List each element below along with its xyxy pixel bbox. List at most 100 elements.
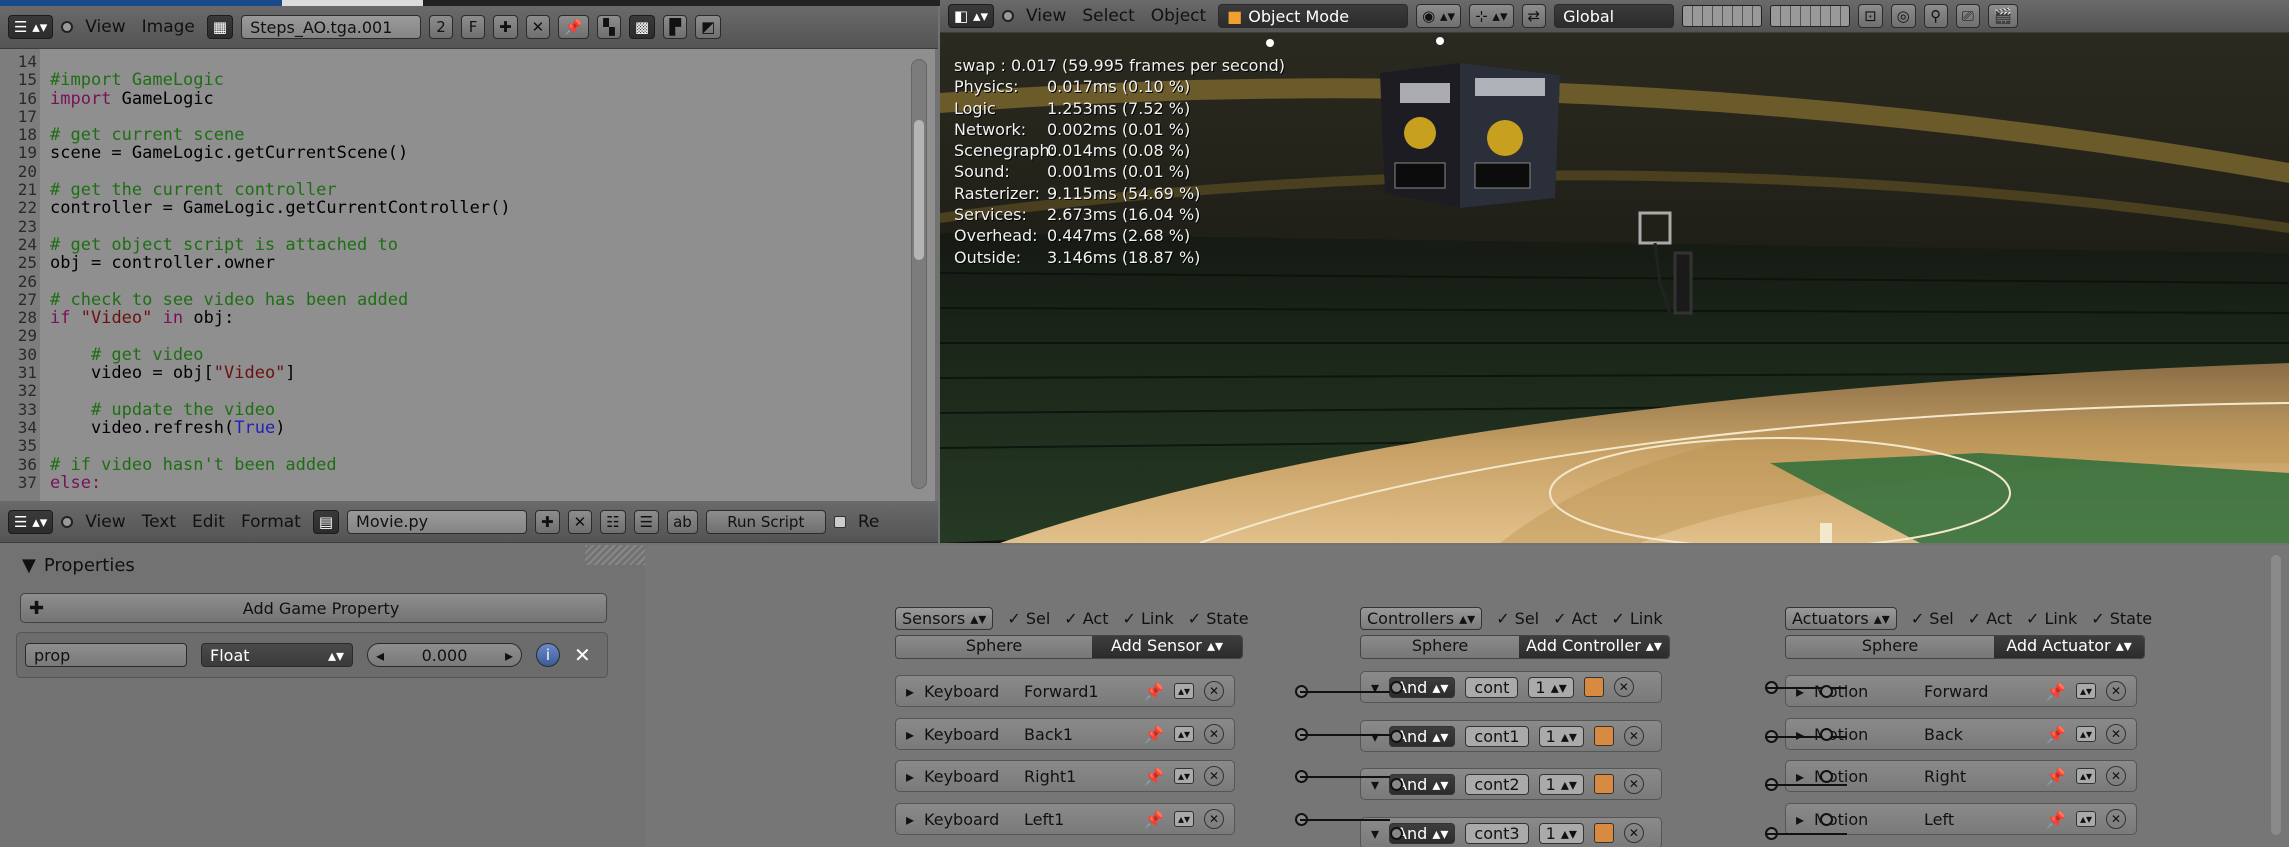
decrement-arrow-icon[interactable]: ◂: [376, 646, 384, 665]
controllers-object-name[interactable]: Sphere: [1361, 636, 1519, 658]
layers-grid-icon-2[interactable]: [1770, 5, 1851, 27]
render-icon[interactable]: ⎚: [1955, 4, 1980, 28]
sensors-add-button[interactable]: Add Sensor ▴▾: [1092, 636, 1242, 658]
expand-arrow-icon[interactable]: ▾: [1371, 727, 1379, 746]
sensor-brick[interactable]: ▸ Keyboard Back1 📌 ▴▾ ✕: [895, 718, 1235, 750]
actuator-name[interactable]: Right: [1924, 767, 2036, 786]
remove-brick-icon[interactable]: ✕: [1613, 677, 1634, 697]
socket-in[interactable]: [1820, 770, 1833, 783]
collapse-menu-icon[interactable]: [61, 21, 74, 33]
expand-arrow-icon[interactable]: ▸: [1796, 767, 1804, 786]
controllers-filter-dropdown[interactable]: Controllers ▴▾: [1360, 607, 1483, 630]
menu-object[interactable]: Object: [1147, 6, 1210, 26]
sensors-object-name[interactable]: Sphere: [896, 636, 1092, 658]
actuators-act-toggle[interactable]: ✓ Act: [1968, 609, 2012, 628]
move-up-down-icon[interactable]: ▴▾: [2075, 683, 2096, 699]
move-up-down-icon[interactable]: ▴▾: [1173, 811, 1194, 827]
text-browse-icon[interactable]: ▤: [312, 509, 340, 534]
preference-icon[interactable]: [1583, 677, 1604, 697]
mode-dropdown[interactable]: ■ Object Mode: [1218, 4, 1409, 28]
remove-brick-icon[interactable]: ✕: [1623, 774, 1644, 794]
pin-icon[interactable]: 📌: [1144, 682, 1164, 701]
code-line[interactable]: [50, 327, 511, 345]
actuator-name[interactable]: Forward: [1924, 682, 2036, 701]
pivot-point-dropdown[interactable]: ⊹ ▴▾: [1469, 4, 1514, 28]
remove-brick-icon[interactable]: ✕: [1204, 766, 1224, 786]
sensors-state-toggle[interactable]: ✓ State: [1188, 609, 1249, 628]
controller-state-field[interactable]: 1 ▴▾: [1538, 822, 1584, 844]
socket-in[interactable]: [1820, 728, 1833, 741]
controller-name-field[interactable]: cont: [1465, 676, 1519, 698]
code-line[interactable]: # check to see video has been added: [50, 291, 511, 309]
menu-edit[interactable]: Edit: [188, 512, 229, 532]
remove-brick-icon[interactable]: ✕: [1204, 809, 1224, 829]
word-wrap-toggle-icon[interactable]: ☰: [633, 509, 660, 534]
code-line[interactable]: controller = GameLogic.getCurrentControl…: [50, 199, 511, 218]
render-slot-icon[interactable]: ▚: [596, 15, 621, 39]
expand-arrow-icon[interactable]: ▸: [906, 682, 914, 701]
controller-brick[interactable]: ▾ And ▴▾ cont 1 ▴▾ ✕: [1360, 671, 1662, 703]
image-name-field[interactable]: Steps_AO.tga.001: [241, 15, 422, 39]
editor-type-button-3d[interactable]: ◧ ▴▾: [948, 4, 994, 28]
remove-brick-icon[interactable]: ✕: [1204, 724, 1224, 744]
text-editor[interactable]: 14 15 16 17 18 19 20 21 22 23 24 25 26 27 28 29 30 31 32 33…: [0, 49, 935, 501]
snap-icon[interactable]: ⊡: [1858, 4, 1883, 28]
actuators-object-name[interactable]: Sphere: [1786, 636, 1994, 658]
unlink-text-icon[interactable]: ✕: [567, 509, 593, 534]
code-line[interactable]: [50, 108, 511, 126]
game-viewport[interactable]: swap : 0.017 (59.995 frames per second) P…: [940, 33, 2289, 543]
menu-view-3d[interactable]: View: [1022, 6, 1070, 26]
sensor-name[interactable]: Forward1: [1024, 682, 1134, 701]
actuators-add-button[interactable]: Add Actuator ▴▾: [1994, 636, 2144, 658]
code-line[interactable]: if "Video" in obj:: [50, 309, 511, 328]
move-up-down-icon[interactable]: ▴▾: [1173, 683, 1194, 699]
menu-image[interactable]: Image: [138, 17, 199, 37]
add-game-property-button[interactable]: ✚ Add Game Property: [20, 593, 607, 623]
expand-arrow-icon[interactable]: ▸: [906, 767, 914, 786]
code-line[interactable]: [50, 163, 511, 181]
preference-icon[interactable]: [1593, 726, 1614, 746]
controller-state-field[interactable]: 1 ▴▾: [1528, 676, 1574, 698]
logic-scrollbar[interactable]: [2271, 555, 2281, 835]
remove-brick-icon[interactable]: ✕: [2106, 681, 2126, 701]
socket-in[interactable]: [1390, 827, 1403, 840]
sensor-type[interactable]: Keyboard: [924, 810, 1014, 829]
pin-icon[interactable]: 📌: [2046, 682, 2066, 701]
move-up-down-icon[interactable]: ▴▾: [2075, 768, 2096, 784]
move-up-down-icon[interactable]: ▴▾: [1173, 726, 1194, 742]
expand-arrow-icon[interactable]: ▸: [1796, 810, 1804, 829]
controller-name-field[interactable]: cont1: [1465, 725, 1529, 747]
actuator-brick[interactable]: ▸ Motion Back 📌 ▴▾ ✕: [1785, 718, 2137, 750]
expand-arrow-icon[interactable]: ▾: [1371, 824, 1379, 843]
debug-info-icon[interactable]: i: [536, 643, 560, 667]
actuator-brick[interactable]: ▸ Motion Right 📌 ▴▾ ✕: [1785, 760, 2137, 792]
sensors-link-toggle[interactable]: ✓ Link: [1123, 609, 1174, 628]
new-image-icon[interactable]: ✚: [493, 15, 518, 39]
proportional-edit-icon[interactable]: ◎: [1890, 4, 1916, 28]
remove-brick-icon[interactable]: ✕: [1623, 823, 1644, 843]
controller-brick[interactable]: ▾ And ▴▾ cont3 1 ▴▾ ✕: [1360, 817, 1662, 847]
run-script-button[interactable]: Run Script: [705, 509, 826, 534]
actuators-filter-dropdown[interactable]: Actuators ▴▾: [1785, 607, 1897, 630]
actuators-link-toggle[interactable]: ✓ Link: [2026, 609, 2077, 628]
pin-icon[interactable]: 📌: [2046, 725, 2066, 744]
editor-type-button[interactable]: ☰ ▴▾: [8, 15, 54, 39]
sensors-sel-toggle[interactable]: ✓ Sel: [1007, 609, 1050, 628]
sensor-name[interactable]: Right1: [1024, 767, 1134, 786]
actuators-sel-toggle[interactable]: ✓ Sel: [1911, 609, 1954, 628]
actuator-brick[interactable]: ▸ Motion Left 📌 ▴▾ ✕: [1785, 803, 2137, 835]
actuator-name[interactable]: Back: [1924, 725, 2036, 744]
move-up-down-icon[interactable]: ▴▾: [1173, 768, 1194, 784]
pin-icon[interactable]: 📌: [1144, 725, 1164, 744]
controller-brick[interactable]: ▾ And ▴▾ cont1 1 ▴▾ ✕: [1360, 720, 1662, 752]
code-line[interactable]: [50, 273, 511, 291]
preference-icon[interactable]: [1593, 774, 1614, 794]
menu-view[interactable]: View: [81, 17, 129, 37]
property-name-field[interactable]: prop: [25, 643, 187, 667]
actuator-brick[interactable]: ▸ Motion Forward 📌 ▴▾ ✕: [1785, 675, 2137, 707]
pin-icon[interactable]: 📌: [1144, 767, 1164, 786]
socket-in[interactable]: [1390, 730, 1403, 743]
sensor-brick[interactable]: ▸ Keyboard Right1 📌 ▴▾ ✕: [895, 760, 1235, 792]
menu-text[interactable]: Text: [138, 512, 180, 532]
increment-arrow-icon[interactable]: ▸: [505, 646, 513, 665]
